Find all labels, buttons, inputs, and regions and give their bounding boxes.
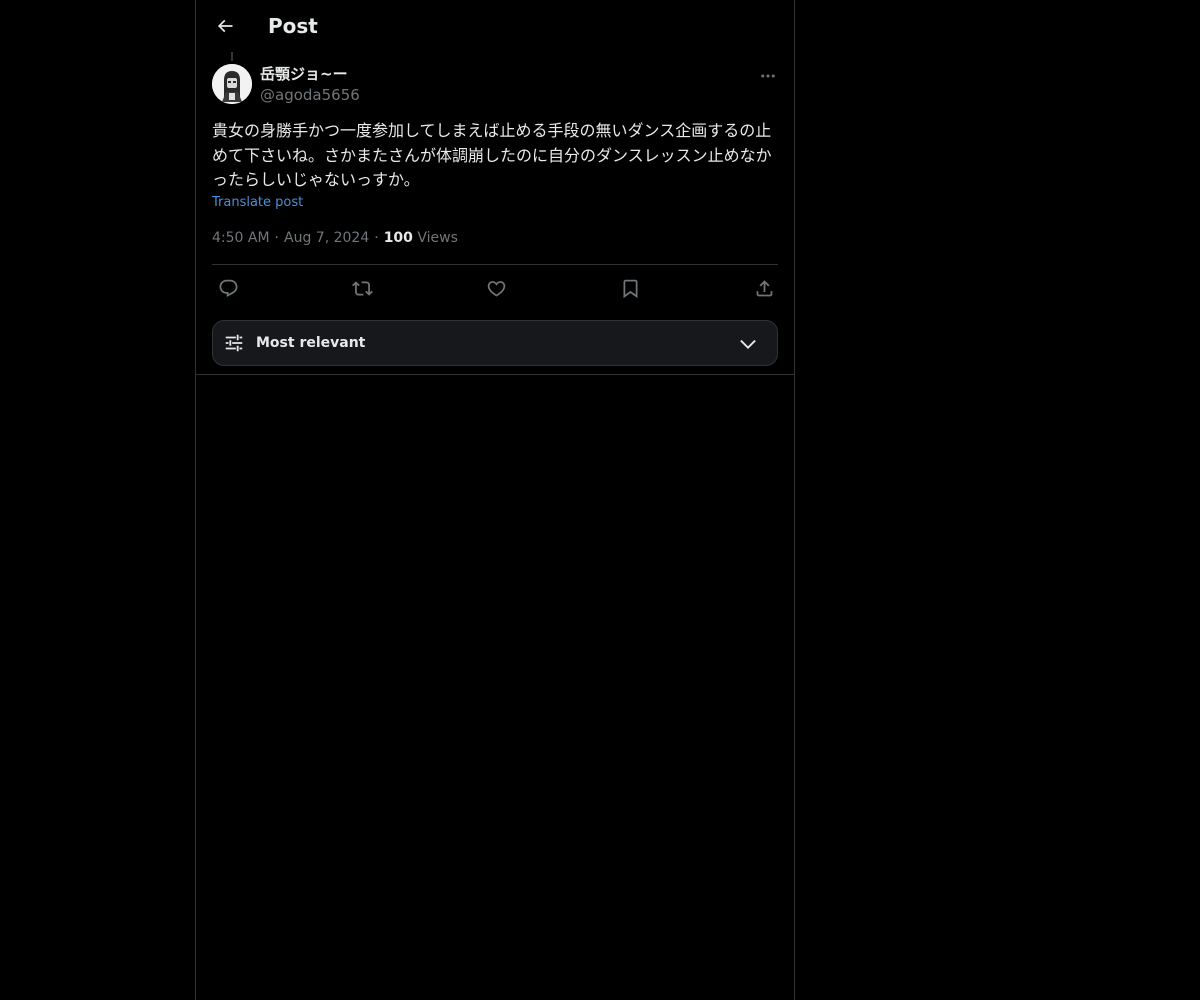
avatar[interactable] [212, 64, 252, 104]
more-horizontal-icon [761, 74, 775, 78]
post-text: 貴女の身勝手かつ一度参加してしまえば止める手段の無いダンス企画するの止めて下さい… [212, 121, 772, 189]
page-header: Post [196, 0, 794, 53]
bookmark-icon [623, 279, 637, 298]
main-column: Post 岳顎ジョ~ー @agoda5656 貴女の身勝手かつ一度参加してしまえ… [195, 0, 795, 1000]
like-button[interactable] [484, 276, 508, 300]
views-label: Views [417, 230, 458, 246]
section-bottom-border [196, 374, 794, 375]
thread-connector-line [231, 52, 233, 61]
meta-separator: · [274, 230, 279, 246]
more-options-button[interactable] [756, 64, 780, 88]
page-title: Post [268, 14, 318, 38]
share-button[interactable] [752, 276, 776, 300]
heart-icon [487, 280, 505, 297]
avatar-image [212, 64, 252, 104]
repost-icon [351, 280, 373, 296]
reply-icon [219, 279, 237, 297]
post-date[interactable]: Aug 7, 2024 [284, 230, 369, 246]
sort-replies-dropdown[interactable]: Most relevant [212, 320, 778, 366]
chevron-down-icon [740, 339, 756, 349]
bookmark-button[interactable] [618, 276, 642, 300]
views-count: 100 [383, 230, 413, 246]
post-time[interactable]: 4:50 AM [212, 230, 270, 246]
repost-button[interactable] [350, 276, 374, 300]
sort-label: Most relevant [256, 335, 366, 351]
reply-button[interactable] [216, 276, 240, 300]
back-button[interactable] [208, 9, 242, 43]
translate-post-link[interactable]: Translate post [212, 194, 303, 212]
arrow-left-icon [217, 19, 233, 33]
divider [212, 264, 778, 265]
author-handle[interactable]: @agoda5656 [260, 85, 360, 105]
sliders-icon [225, 334, 243, 352]
share-icon [756, 279, 772, 296]
author-display-name[interactable]: 岳顎ジョ~ー [260, 64, 348, 84]
post-metadata: 4:50 AM · Aug 7, 2024 · 100 Views [212, 228, 458, 248]
meta-separator: · [374, 230, 379, 246]
